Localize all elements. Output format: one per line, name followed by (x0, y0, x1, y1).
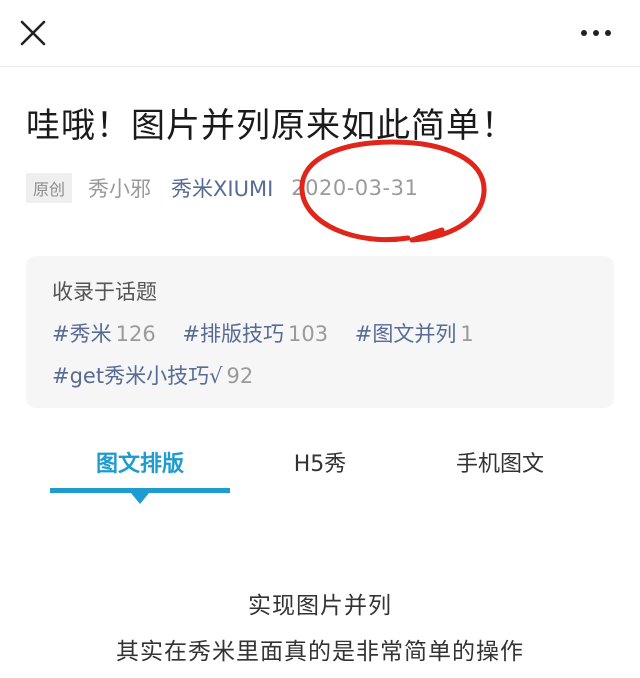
topic-count: 92 (226, 364, 254, 388)
tab-mobile-tuwen[interactable]: 手机图文 (420, 446, 580, 478)
article-title: 哇哦！图片并列原来如此简单！ (26, 106, 516, 146)
account-link[interactable]: 秀米XIUMI (171, 173, 273, 203)
more-button[interactable] (574, 14, 618, 52)
topic-link[interactable]: #排版技巧 103 (182, 322, 328, 346)
topic-link[interactable]: #图文并列 1 (355, 322, 474, 346)
topic-link[interactable]: #秀米 126 (52, 322, 156, 346)
content-line-2: 其实在秀米里面真的是非常简单的操作 (116, 639, 524, 665)
topic-count: 126 (115, 322, 156, 346)
active-tab-arrow (131, 493, 149, 504)
topics-row-1: #秀米 126 #排版技巧 103 #图文并列 1 (52, 318, 494, 348)
publish-date: 2020-03-31 (291, 176, 419, 200)
topics-heading: 收录于话题 (52, 280, 157, 304)
more-dots-icon (581, 30, 611, 36)
article-meta: 原创 秀小邪 秀米XIUMI 2020-03-31 (26, 170, 418, 206)
tab-bar: 图文排版 H5秀 手机图文 (0, 440, 640, 510)
top-bar (0, 0, 640, 67)
original-tag: 原创 (26, 173, 73, 203)
topics-row-2: #get秀米小技巧√ 92 (52, 360, 273, 390)
content-line-1: 实现图片并列 (248, 593, 392, 619)
tab-h5[interactable]: H5秀 (250, 446, 390, 478)
author-name: 秀小邪 (88, 177, 152, 201)
topic-link[interactable]: #get秀米小技巧√ 92 (52, 364, 253, 388)
topics-box: 收录于话题 #秀米 126 #排版技巧 103 #图文并列 1 #get秀米小技巧√ 9… (26, 256, 614, 408)
topic-count: 103 (288, 322, 329, 346)
close-icon (20, 20, 46, 46)
close-button[interactable] (14, 14, 52, 52)
topic-count: 1 (460, 322, 474, 346)
tab-tuwen-paiban[interactable]: 图文排版 (50, 446, 230, 478)
